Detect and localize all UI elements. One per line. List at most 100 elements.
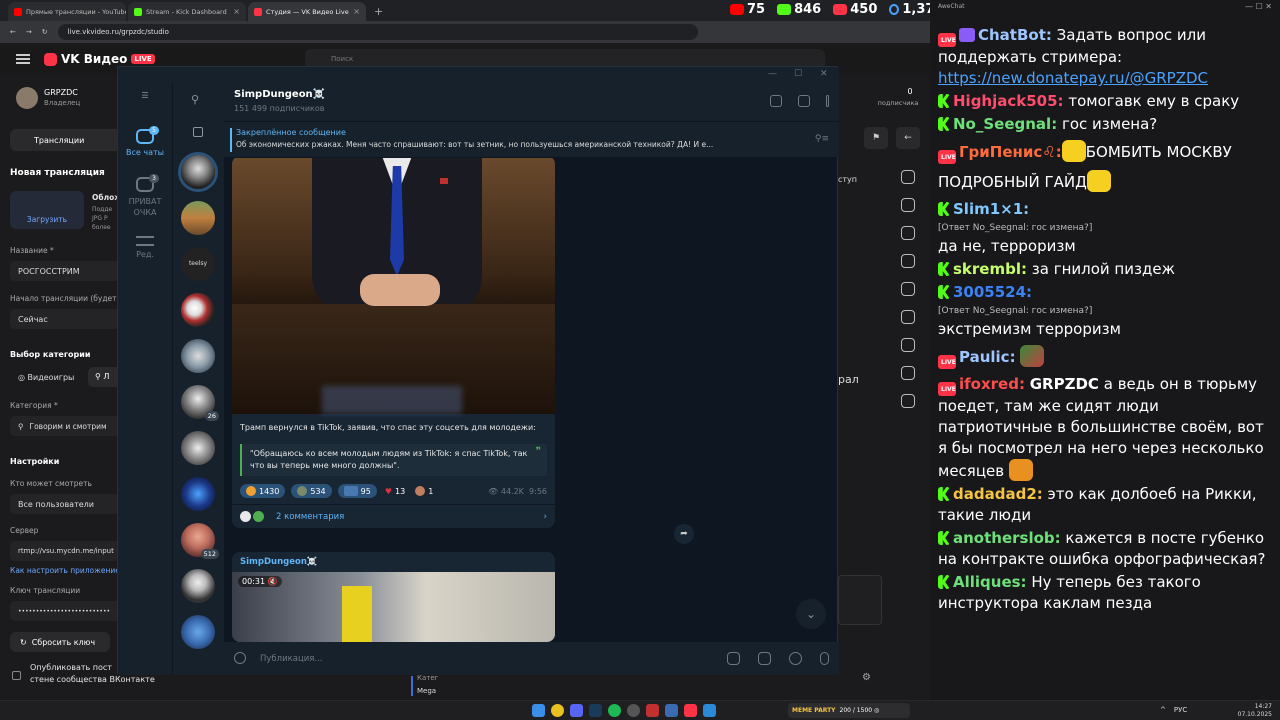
reload-icon[interactable]: ↻ <box>42 28 48 36</box>
obs-icon[interactable] <box>627 704 640 717</box>
pinned-message[interactable]: Закреплённое сообщение Об экономических … <box>224 121 839 157</box>
reaction-1[interactable]: 1430 <box>240 484 286 498</box>
avatar <box>240 511 251 522</box>
chat-avatar-simpdungeon[interactable] <box>181 155 215 189</box>
minimize-icon[interactable]: — <box>768 69 777 79</box>
stream-key-input[interactable]: •••••••••••••••••••••••••• <box>10 601 117 621</box>
channel-header[interactable]: SimpDungeon☠️ 151 499 подписчиков <box>224 83 839 121</box>
reaction-4[interactable]: ♥ 13 <box>383 485 407 498</box>
chat-avatar-10[interactable] <box>181 569 215 603</box>
category-tab-irl[interactable]: ⚲ Л <box>88 367 117 387</box>
chevron-up-icon[interactable]: ^ <box>1160 706 1166 714</box>
more-icon[interactable] <box>826 95 829 107</box>
chat-avatar-9[interactable]: 512 <box>181 523 219 559</box>
menu-icon[interactable] <box>16 54 30 64</box>
nav-broadcasts[interactable]: Трансляции <box>10 129 117 151</box>
publish-checkbox[interactable] <box>12 671 21 680</box>
spotify-icon[interactable] <box>608 704 621 717</box>
chat-avatar-5[interactable] <box>181 339 215 373</box>
clock[interactable]: 14:27 07.10.2025 <box>1238 703 1272 719</box>
start-icon[interactable] <box>532 704 545 717</box>
chrome-icon[interactable] <box>551 704 564 717</box>
upload-button[interactable]: Загрузить <box>10 191 84 229</box>
steam-icon[interactable] <box>589 704 602 717</box>
chat-icon[interactable] <box>901 366 915 380</box>
browser-tab-kick[interactable]: Stream - Kick Dashboard × <box>128 2 246 21</box>
telegram-icon[interactable] <box>703 704 716 717</box>
diamond-icon[interactable] <box>901 198 915 212</box>
folder-private[interactable]: 3 ПРИВАТ ОЧКА <box>118 174 172 218</box>
close-icon[interactable]: ✕ <box>820 69 828 79</box>
emoji-icon[interactable] <box>789 652 802 665</box>
meme-party-widget[interactable]: MEME PARTY 200 / 1500 ◎ <box>788 703 910 718</box>
chat-avatar-teelsy[interactable]: teelsy <box>181 247 215 281</box>
gear-icon[interactable] <box>901 170 915 184</box>
composer-input[interactable]: Публикация... <box>260 654 323 664</box>
url-input[interactable]: live.vkvideo.ru/grpzdc/studio <box>57 24 698 40</box>
category-input[interactable]: ⚲ Говорим и смотрим <box>10 416 117 436</box>
search-icon[interactable] <box>770 95 782 107</box>
pin-icon[interactable]: ⚑ <box>864 127 888 149</box>
reset-key-button[interactable]: ↻ Сбросить ключ <box>10 632 110 652</box>
app-icon[interactable] <box>665 704 678 717</box>
copy-icon[interactable] <box>901 394 915 408</box>
scroll-down-button[interactable]: ⌄ <box>796 599 826 629</box>
gear-icon[interactable]: ⚙ <box>862 672 871 683</box>
bell-icon[interactable] <box>758 652 771 665</box>
bot-icon <box>959 28 975 42</box>
chat-avatar-7[interactable] <box>181 431 215 465</box>
reaction-2[interactable]: 534 <box>291 484 332 498</box>
calendar-icon[interactable] <box>727 652 740 665</box>
folder-edit[interactable]: Ред. <box>118 236 172 259</box>
attach-icon[interactable] <box>234 652 246 664</box>
chat-avatar-8[interactable] <box>181 477 215 511</box>
gem-icon[interactable] <box>901 226 915 240</box>
chat-avatar-6[interactable]: 26 <box>181 385 219 421</box>
hamburger-icon[interactable]: ☰ <box>118 91 172 100</box>
close-icon[interactable]: × <box>353 7 360 16</box>
pin-list-icon[interactable]: ⚲≡ <box>815 134 829 144</box>
close-icon[interactable]: × <box>233 7 240 16</box>
mic-icon[interactable] <box>820 652 829 665</box>
maximize-icon[interactable]: ☐ <box>794 69 802 79</box>
app-icon[interactable] <box>646 704 659 717</box>
browser-tab-vk[interactable]: Студия — VK Видео Live × <box>248 2 366 21</box>
dice-icon[interactable] <box>901 254 915 268</box>
setup-link[interactable]: Как настроить приложение <box>10 566 120 575</box>
forward-icon[interactable]: → <box>26 28 32 36</box>
language-indicator[interactable]: РУС <box>1174 706 1187 714</box>
comments-button[interactable]: 2 комментария › <box>232 504 555 528</box>
search-icon[interactable]: ⚲ <box>191 93 199 106</box>
chat-avatar-2[interactable] <box>181 201 215 235</box>
trophy-icon[interactable] <box>901 338 915 352</box>
post-video[interactable]: 00:31 🔇 <box>232 572 555 642</box>
folder-sidebar: ☰ 5 Все чаты 3 ПРИВАТ ОЧКА Ред. <box>118 83 172 675</box>
privacy-select[interactable]: Все пользователи <box>10 494 117 514</box>
donate-link[interactable]: https://new.donatepay.ru/@GRPZDC <box>938 69 1208 87</box>
browser-tab-youtube[interactable]: Прямые трансляции - YouTube× <box>8 2 126 21</box>
reaction-3[interactable]: 95 <box>337 484 377 498</box>
folder-all-chats[interactable]: 5 Все чаты <box>118 126 172 157</box>
stats-icon[interactable] <box>901 310 915 324</box>
title-input[interactable]: РОСГОССТРИМ <box>10 261 117 281</box>
server-input[interactable]: rtmp://vsu.mycdn.me/input <box>10 541 117 561</box>
sidebar-toggle-icon[interactable] <box>798 95 810 107</box>
forward-button[interactable]: ➦ <box>674 524 694 544</box>
mute-icon[interactable]: 🔇 <box>268 577 278 586</box>
chat-avatar-4[interactable] <box>181 293 215 327</box>
vk-video-logo[interactable]: VK Видео LIVE <box>44 52 155 66</box>
post-photo[interactable] <box>232 158 555 414</box>
archive-icon[interactable] <box>193 127 203 137</box>
app-icon[interactable] <box>684 704 697 717</box>
reaction-5[interactable]: 1 <box>413 484 435 498</box>
discord-icon[interactable] <box>570 704 583 717</box>
new-tab-button[interactable]: + <box>374 5 383 18</box>
message-composer[interactable]: Публикация... <box>224 642 839 675</box>
back-icon[interactable]: ← <box>10 28 16 36</box>
window-controls[interactable]: — ☐ ✕ <box>1245 2 1272 11</box>
start-select[interactable]: Сейчас <box>10 309 117 329</box>
list-icon[interactable] <box>901 282 915 296</box>
category-tab-videogames[interactable]: ◎ Видеоигры <box>18 373 74 382</box>
chat-message: LIVE ГриПенис♌: БОМБИТЬ МОСКВУ ПОДРОБНЫЙ Г… <box>938 137 1276 197</box>
chat-avatar-11[interactable] <box>181 615 215 649</box>
